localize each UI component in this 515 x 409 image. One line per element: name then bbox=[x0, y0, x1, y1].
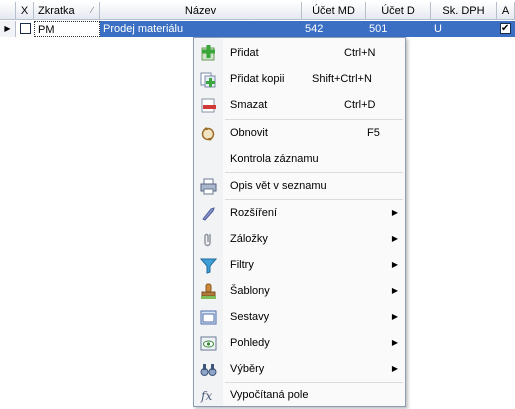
menu-item-sestavy[interactable]: Sestavy ▶ bbox=[194, 304, 405, 330]
refresh-icon bbox=[201, 127, 215, 141]
menu-item-pridat-kopii-shortcut: Shift+Ctrl+N bbox=[312, 73, 372, 85]
row-indicator-icon[interactable]: ▶ bbox=[0, 21, 16, 37]
menu-item-sestavy-label: Sestavy bbox=[230, 311, 270, 323]
report-icon bbox=[200, 310, 217, 325]
menu-item-vypocitana-pole[interactable]: fx Vypočítaná pole bbox=[194, 382, 405, 408]
cell-ucet-d[interactable]: 501 bbox=[366, 21, 431, 37]
submenu-arrow-icon: ▶ bbox=[391, 364, 398, 373]
paperclip-icon bbox=[204, 233, 211, 247]
menu-item-pridat-label: Přidat bbox=[230, 47, 259, 59]
submenu-arrow-icon: ▶ bbox=[391, 234, 398, 243]
menu-item-pridat[interactable]: Přidat Ctrl+N bbox=[194, 40, 405, 66]
column-header-nazev-label: Název bbox=[184, 4, 217, 17]
row-x-checkbox[interactable] bbox=[20, 23, 31, 34]
submenu-arrow-icon: ▶ bbox=[391, 338, 398, 347]
svg-text:fx: fx bbox=[200, 389, 212, 403]
menu-item-kontrola-zaznamu-label: Kontrola záznamu bbox=[230, 153, 319, 165]
formula-icon: fx bbox=[200, 389, 212, 403]
menu-item-smazat-shortcut: Ctrl+D bbox=[344, 99, 376, 111]
menu-item-rozsireni-label: Rozšíření bbox=[230, 207, 278, 219]
cell-a[interactable] bbox=[497, 21, 515, 37]
add-icon bbox=[201, 45, 215, 61]
menu-item-pridat-shortcut: Ctrl+N bbox=[344, 47, 376, 59]
menu-item-obnovit[interactable]: Obnovit F5 bbox=[194, 120, 405, 146]
column-header-zkratka-label: Zkratka bbox=[38, 4, 75, 17]
view-icon bbox=[200, 336, 217, 351]
menu-item-vypocitana-pole-label: Vypočítaná pole bbox=[230, 389, 309, 401]
column-header-nazev[interactable]: Název bbox=[100, 2, 302, 20]
printer-icon bbox=[200, 178, 217, 195]
menu-item-pohledy-label: Pohledy bbox=[230, 337, 270, 349]
context-menu: Přidat Ctrl+N Přidat kopii Shift+Ctrl+N … bbox=[193, 37, 406, 407]
menu-item-pridat-kopii[interactable]: Přidat kopii Shift+Ctrl+N bbox=[194, 66, 405, 92]
column-header-sk-dph[interactable]: Sk. DPH bbox=[431, 2, 497, 20]
menu-item-zalozky[interactable]: Záložky ▶ bbox=[194, 226, 405, 252]
menu-item-opis-vet[interactable]: Opis vět v seznamu bbox=[194, 173, 405, 199]
add-copy-icon bbox=[200, 72, 216, 88]
submenu-arrow-icon: ▶ bbox=[391, 208, 398, 217]
submenu-arrow-icon: ▶ bbox=[391, 260, 398, 269]
delete-icon bbox=[201, 98, 216, 113]
stamp-icon bbox=[201, 283, 216, 299]
submenu-arrow-icon: ▶ bbox=[391, 286, 398, 295]
menu-item-rozsireni[interactable]: Rozšíření ▶ bbox=[194, 200, 405, 226]
menu-item-opis-vet-label: Opis vět v seznamu bbox=[230, 180, 327, 192]
menu-item-filtry-label: Filtry bbox=[230, 259, 254, 271]
header-row-indicator bbox=[0, 2, 16, 20]
menu-item-pridat-kopii-label: Přidat kopii bbox=[230, 73, 285, 85]
menu-item-zalozky-label: Záložky bbox=[230, 233, 268, 245]
submenu-arrow-icon: ▶ bbox=[391, 312, 398, 321]
table-row[interactable]: ▶ PM Prodej materiálu 542 501 U bbox=[0, 21, 515, 37]
column-header-x[interactable]: X bbox=[16, 2, 34, 20]
column-header-zkratka[interactable]: Zkratka ∕ bbox=[34, 2, 100, 20]
row-a-checkbox[interactable] bbox=[500, 21, 511, 37]
column-header-a[interactable]: A bbox=[497, 2, 515, 20]
column-header-ucet-d[interactable]: Účet D bbox=[366, 2, 431, 20]
menu-item-sablony-label: Šablony bbox=[230, 285, 270, 297]
cell-nazev[interactable]: Prodej materiálu bbox=[100, 21, 302, 37]
menu-item-vybery[interactable]: Výběry ▶ bbox=[194, 356, 405, 382]
menu-item-filtry[interactable]: Filtry ▶ bbox=[194, 252, 405, 278]
cell-sk-dph[interactable]: U bbox=[431, 21, 497, 37]
column-header-ucet-md-label: Účet MD bbox=[312, 4, 355, 17]
column-header-ucet-d-label: Účet D bbox=[381, 4, 415, 17]
menu-item-obnovit-label: Obnovit bbox=[230, 127, 268, 139]
column-header-a-label: A bbox=[501, 4, 510, 17]
menu-item-obnovit-shortcut: F5 bbox=[367, 127, 380, 139]
cell-zkratka[interactable]: PM bbox=[34, 21, 100, 37]
menu-item-smazat[interactable]: Smazat Ctrl+D bbox=[194, 92, 405, 118]
filter-icon bbox=[200, 258, 217, 274]
extension-icon bbox=[202, 207, 215, 221]
column-header-sk-dph-label: Sk. DPH bbox=[442, 4, 485, 17]
column-header-ucet-md[interactable]: Účet MD bbox=[302, 2, 366, 20]
menu-item-vybery-label: Výběry bbox=[230, 363, 265, 375]
sort-ascending-icon: ∕ bbox=[91, 5, 93, 15]
binoculars-icon bbox=[200, 364, 217, 376]
row-x-cell[interactable] bbox=[16, 21, 34, 37]
menu-item-smazat-label: Smazat bbox=[230, 99, 268, 111]
menu-item-kontrola-zaznamu[interactable]: Kontrola záznamu bbox=[194, 146, 405, 172]
menu-item-pohledy[interactable]: Pohledy ▶ bbox=[194, 330, 405, 356]
cell-ucet-md[interactable]: 542 bbox=[302, 21, 366, 37]
column-header-x-label: X bbox=[20, 4, 29, 17]
menu-item-sablony[interactable]: Šablony ▶ bbox=[194, 278, 405, 304]
